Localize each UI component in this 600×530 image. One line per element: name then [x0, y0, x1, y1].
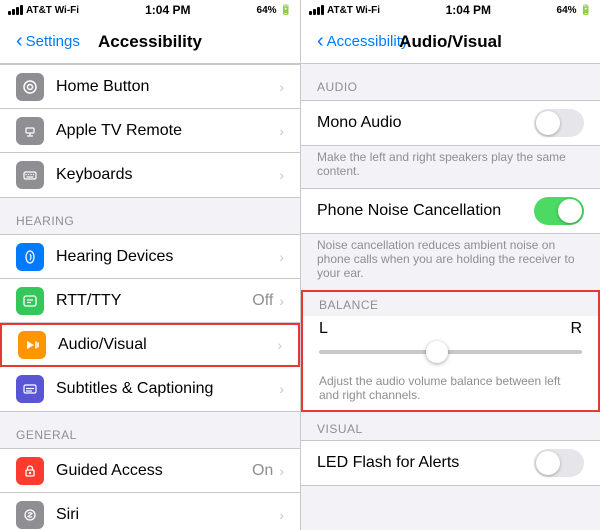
- signal-icon-right: [309, 5, 324, 15]
- balance-lr: L R: [303, 316, 598, 342]
- time-left: 1:04 PM: [145, 3, 190, 17]
- home-button-label: Home Button: [56, 78, 279, 96]
- balance-slider-container: [303, 350, 598, 370]
- subtitles-icon: [16, 375, 44, 403]
- right-content: AUDIO Mono Audio Make the left and right…: [301, 64, 600, 530]
- general-section-header: GENERAL: [0, 412, 300, 448]
- balance-l-label: L: [319, 320, 328, 338]
- battery-left: 64% 🔋: [257, 5, 292, 16]
- left-content: Home Button › Apple TV Remote › Keyboard…: [0, 64, 300, 530]
- siri-icon: [16, 501, 44, 529]
- guided-access-icon: [16, 457, 44, 485]
- chevron-left-icon: ‹: [16, 31, 23, 51]
- left-nav-bar: ‹ Settings Accessibility: [0, 20, 300, 64]
- led-flash-label: LED Flash for Alerts: [317, 454, 459, 472]
- noise-desc: Noise cancellation reduces ambient noise…: [301, 234, 600, 290]
- phone-noise-label: Phone Noise Cancellation: [317, 202, 501, 220]
- time-right: 1:04 PM: [446, 3, 491, 17]
- toggle-knob-noise: [558, 199, 582, 223]
- keyboards-label: Keyboards: [56, 166, 279, 184]
- carrier-left: AT&T Wi-Fi: [26, 5, 79, 16]
- rtt-tty-value: Off: [252, 292, 273, 310]
- audio-visual-label: Audio/Visual: [58, 336, 277, 354]
- nav-title-right: Audio/Visual: [399, 32, 502, 52]
- balance-section-header: BALANCE: [303, 292, 598, 316]
- chevron-right-icon: ›: [279, 79, 284, 95]
- home-button-icon: [16, 73, 44, 101]
- chevron-right-icon: ›: [279, 293, 284, 309]
- list-item-rtt-tty[interactable]: RTT/TTY Off ›: [0, 279, 300, 323]
- chevron-right-icon: ›: [277, 337, 282, 353]
- balance-desc: Adjust the audio volume balance between …: [303, 370, 598, 410]
- chevron-right-icon: ›: [279, 463, 284, 479]
- list-item-hearing-devices[interactable]: Hearing Devices ›: [0, 235, 300, 279]
- siri-label: Siri: [56, 506, 279, 524]
- back-button-left[interactable]: ‹ Settings: [16, 32, 80, 51]
- led-flash-row: LED Flash for Alerts: [301, 441, 600, 485]
- hearing-list-group: Hearing Devices › RTT/TTY Off › Audio/Vi…: [0, 234, 300, 412]
- battery-icon-right: 🔋: [580, 5, 592, 16]
- nav-title-left: Accessibility: [98, 32, 202, 52]
- balance-slider-thumb[interactable]: [426, 341, 448, 363]
- balance-slider-track[interactable]: [319, 350, 582, 354]
- keyboards-icon: [16, 161, 44, 189]
- guided-access-value: On: [252, 462, 273, 480]
- mono-audio-toggle[interactable]: [534, 109, 584, 137]
- toggle-knob-led: [536, 451, 560, 475]
- chevron-left-icon-right: ‹: [317, 31, 324, 51]
- right-nav-bar: ‹ Accessibility Audio/Visual: [301, 20, 600, 64]
- general-list-group: Guided Access On › Siri › Accessibility …: [0, 448, 300, 530]
- chevron-right-icon: ›: [279, 381, 284, 397]
- back-button-right[interactable]: ‹ Accessibility: [317, 32, 408, 51]
- audio-section-header: AUDIO: [301, 64, 600, 100]
- apple-tv-icon: [16, 117, 44, 145]
- hearing-devices-icon: [16, 243, 44, 271]
- apple-tv-label: Apple TV Remote: [56, 122, 279, 140]
- visual-section-header: VISUAL: [301, 412, 600, 440]
- visual-settings-group: LED Flash for Alerts: [301, 440, 600, 486]
- mono-audio-label: Mono Audio: [317, 114, 402, 132]
- list-item-apple-tv[interactable]: Apple TV Remote ›: [0, 109, 300, 153]
- audio-settings-group: Mono Audio: [301, 100, 600, 146]
- chevron-right-icon: ›: [279, 507, 284, 523]
- led-flash-toggle[interactable]: [534, 449, 584, 477]
- list-item-subtitles[interactable]: Subtitles & Captioning ›: [0, 367, 300, 411]
- hearing-devices-label: Hearing Devices: [56, 248, 279, 266]
- toggle-knob: [536, 111, 560, 135]
- rtt-tty-label: RTT/TTY: [56, 292, 252, 310]
- mono-audio-row: Mono Audio: [301, 101, 600, 145]
- mono-audio-desc: Make the left and right speakers play th…: [301, 146, 600, 188]
- chevron-right-icon: ›: [279, 167, 284, 183]
- list-item-guided-access[interactable]: Guided Access On ›: [0, 449, 300, 493]
- right-status-bar: AT&T Wi-Fi 1:04 PM 64% 🔋: [301, 0, 600, 20]
- chevron-right-icon: ›: [279, 249, 284, 265]
- back-label-left: Settings: [26, 33, 80, 50]
- left-status-bar: AT&T Wi-Fi 1:04 PM 64% 🔋: [0, 0, 300, 20]
- list-item-home-button[interactable]: Home Button ›: [0, 65, 300, 109]
- top-list-group: Home Button › Apple TV Remote › Keyboard…: [0, 64, 300, 198]
- status-carrier-right: AT&T Wi-Fi: [309, 5, 380, 16]
- list-item-audio-visual[interactable]: Audio/Visual ›: [0, 323, 300, 367]
- noise-cancel-group: Phone Noise Cancellation: [301, 188, 600, 234]
- guided-access-label: Guided Access: [56, 462, 252, 480]
- status-carrier-left: AT&T Wi-Fi: [8, 5, 79, 16]
- subtitles-label: Subtitles & Captioning: [56, 380, 279, 398]
- balance-section: BALANCE L R Adjust the audio volume bala…: [301, 290, 600, 412]
- chevron-right-icon: ›: [279, 123, 284, 139]
- back-label-right: Accessibility: [327, 33, 409, 50]
- left-panel: AT&T Wi-Fi 1:04 PM 64% 🔋 ‹ Settings Acce…: [0, 0, 300, 530]
- audio-visual-icon: [18, 331, 46, 359]
- list-item-siri[interactable]: Siri ›: [0, 493, 300, 530]
- balance-r-label: R: [570, 320, 582, 338]
- battery-icon: 🔋: [280, 5, 292, 16]
- battery-right: 64% 🔋: [557, 5, 592, 16]
- phone-noise-row: Phone Noise Cancellation: [301, 189, 600, 233]
- hearing-section-header: HEARING: [0, 198, 300, 234]
- rtt-tty-icon: [16, 287, 44, 315]
- signal-icon: [8, 5, 23, 15]
- right-panel: AT&T Wi-Fi 1:04 PM 64% 🔋 ‹ Accessibility…: [300, 0, 600, 530]
- list-item-keyboards[interactable]: Keyboards ›: [0, 153, 300, 197]
- carrier-right: AT&T Wi-Fi: [327, 5, 380, 16]
- phone-noise-toggle[interactable]: [534, 197, 584, 225]
